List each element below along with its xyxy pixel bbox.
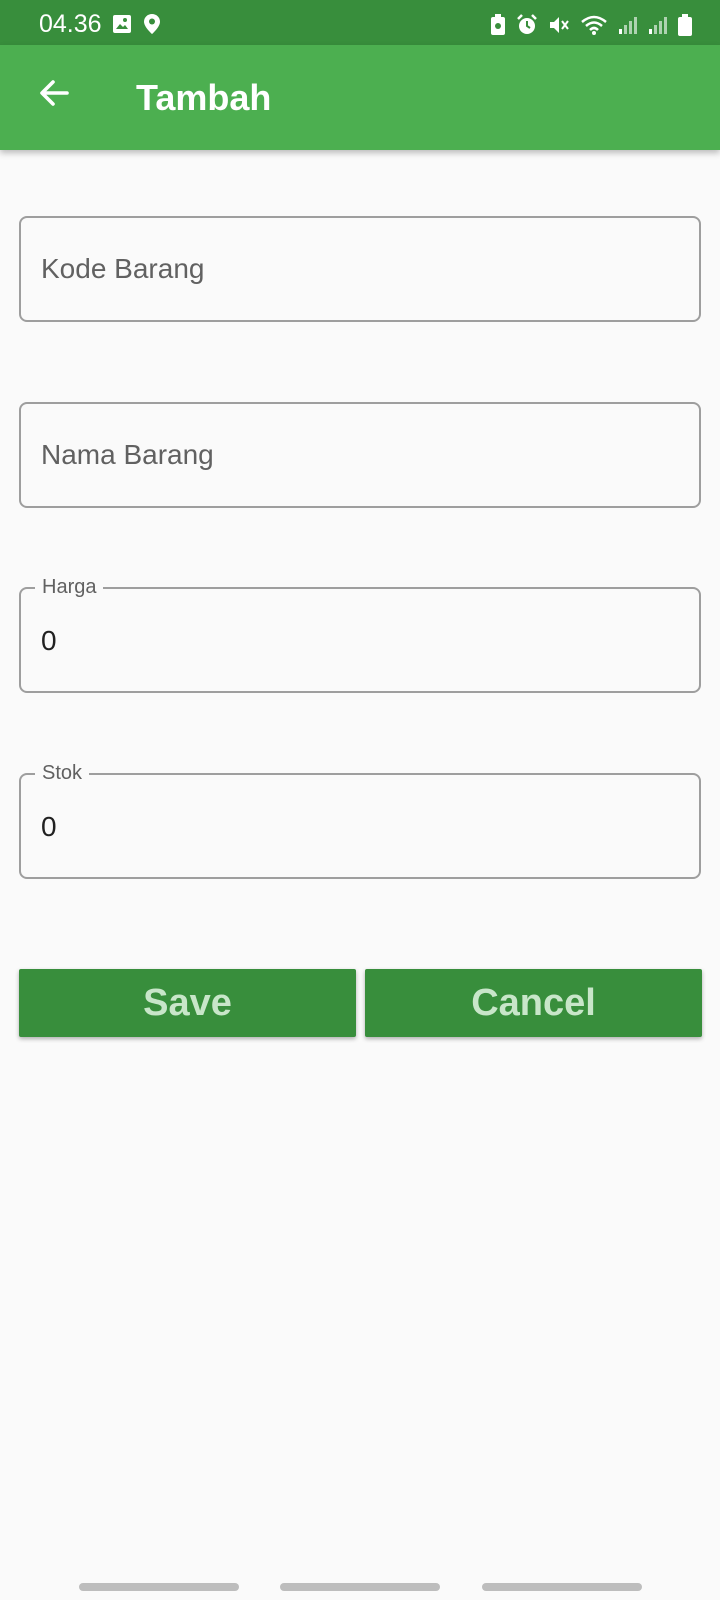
nav-gesture-back[interactable] xyxy=(482,1583,642,1591)
harga-field[interactable]: Harga 0 xyxy=(19,575,701,693)
status-time: 04.36 xyxy=(39,10,102,38)
status-bar: 04.36 xyxy=(0,0,720,45)
harga-value: 0 xyxy=(41,625,57,656)
nav-gesture-recents[interactable] xyxy=(79,1583,239,1591)
save-button[interactable]: Save xyxy=(19,969,356,1037)
page-title: Tambah xyxy=(136,77,272,118)
image-icon xyxy=(112,14,132,34)
cancel-button[interactable]: Cancel xyxy=(365,969,702,1037)
nav-gesture-home[interactable] xyxy=(280,1583,440,1591)
stok-field[interactable]: Stok 0 xyxy=(19,761,701,879)
status-right-icons xyxy=(490,14,692,36)
back-button[interactable] xyxy=(26,67,82,123)
kode-barang-placeholder: Kode Barang xyxy=(41,253,205,284)
alarm-icon xyxy=(516,14,538,36)
wifi-icon xyxy=(580,14,608,36)
status-left-icons xyxy=(112,14,160,34)
signal-icon xyxy=(648,15,668,35)
kode-barang-field[interactable]: Kode Barang xyxy=(19,216,701,322)
app-bar: Tambah xyxy=(0,45,720,150)
stok-label: Stok xyxy=(35,761,90,785)
mute-icon xyxy=(548,14,570,36)
stok-value: 0 xyxy=(41,811,57,842)
harga-label: Harga xyxy=(35,575,104,599)
nama-barang-placeholder: Nama Barang xyxy=(41,439,214,470)
location-icon xyxy=(144,14,160,34)
battery-icon xyxy=(678,14,692,36)
screenshot-icon xyxy=(490,14,506,36)
nama-barang-field[interactable]: Nama Barang xyxy=(19,402,701,508)
arrow-back-icon xyxy=(37,76,71,115)
signal-icon xyxy=(618,15,638,35)
